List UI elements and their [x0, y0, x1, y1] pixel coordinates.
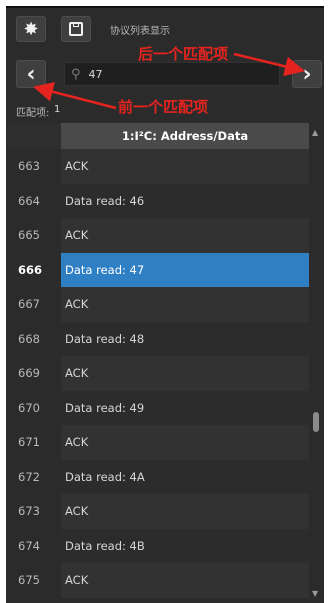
row-number: 667	[18, 297, 40, 312]
row-number: 672	[18, 469, 40, 484]
table-row[interactable]: 667 ACK	[6, 287, 309, 322]
table-row[interactable]: 664 Data read: 46	[6, 183, 309, 218]
table-row[interactable]: 672 Data read: 4A	[6, 459, 309, 494]
row-data-cell[interactable]: Data read: 47	[61, 252, 309, 287]
vertical-scrollbar[interactable]: ▲ ▼	[309, 123, 324, 603]
row-data-cell[interactable]: ACK	[61, 356, 309, 391]
row-number: 669	[18, 366, 40, 381]
scrollbar-thumb[interactable]	[313, 412, 319, 432]
table-row[interactable]: 671 ACK	[6, 425, 309, 460]
annotation-arrows	[33, 52, 305, 110]
protocol-list-panel: ✸ 协议列表显示 ‹ ⚲ › 匹配项: 1 后一个匹配项 前一个匹配项 1:I²…	[6, 6, 324, 603]
row-number: 671	[18, 435, 40, 450]
row-number: 666	[18, 262, 43, 277]
scroll-up-icon[interactable]: ▲	[312, 128, 318, 137]
row-data-cell[interactable]: ACK	[61, 425, 309, 460]
row-data-cell[interactable]: ACK	[61, 563, 309, 598]
arrow-to-next-button	[233, 52, 305, 77]
row-data-cell[interactable]: Data read: 49	[61, 390, 309, 425]
column-header-address-data[interactable]: 1:I²C: Address/Data	[61, 123, 309, 149]
table-row[interactable]: 669 ACK	[6, 356, 309, 391]
row-data-cell[interactable]: Data read: 46	[61, 183, 309, 218]
row-data-cell[interactable]: ACK	[61, 287, 309, 322]
row-number: 663	[18, 159, 40, 174]
table-row[interactable]: 663 ACK	[6, 149, 309, 184]
table-row[interactable]: 665 ACK	[6, 218, 309, 253]
row-number: 675	[18, 573, 40, 588]
row-number: 673	[18, 504, 40, 519]
row-number: 665	[18, 228, 40, 243]
table-row[interactable]: 674 Data read: 4B	[6, 528, 309, 563]
row-number: 664	[18, 193, 40, 208]
table-row[interactable]: 668 Data read: 48	[6, 321, 309, 356]
table-row[interactable]: 673 ACK	[6, 494, 309, 529]
row-number: 668	[18, 331, 40, 346]
row-data-cell[interactable]: ACK	[61, 494, 309, 529]
row-number-header	[6, 123, 61, 149]
row-number: 670	[18, 400, 40, 415]
table-row[interactable]: 670 Data read: 49	[6, 390, 309, 425]
scroll-down-icon[interactable]: ▼	[312, 589, 318, 598]
row-data-cell[interactable]: Data read: 48	[61, 321, 309, 356]
row-data-cell[interactable]: Data read: 4A	[61, 459, 309, 494]
table-body: 663 ACK 664 Data read: 46 665 ACK 666 Data read…	[6, 149, 309, 598]
row-number: 674	[18, 538, 40, 553]
arrow-to-prev-button	[33, 82, 117, 110]
table-row[interactable]: 675 ACK	[6, 563, 309, 598]
row-data-cell[interactable]: Data read: 4B	[61, 528, 309, 563]
row-data-cell[interactable]: ACK	[61, 149, 309, 184]
protocol-table: 1:I²C: Address/Data 663 ACK 664 Data read: …	[6, 123, 324, 603]
row-data-cell[interactable]: ACK	[61, 218, 309, 253]
table-row-selected[interactable]: 666 Data read: 47	[6, 252, 309, 287]
